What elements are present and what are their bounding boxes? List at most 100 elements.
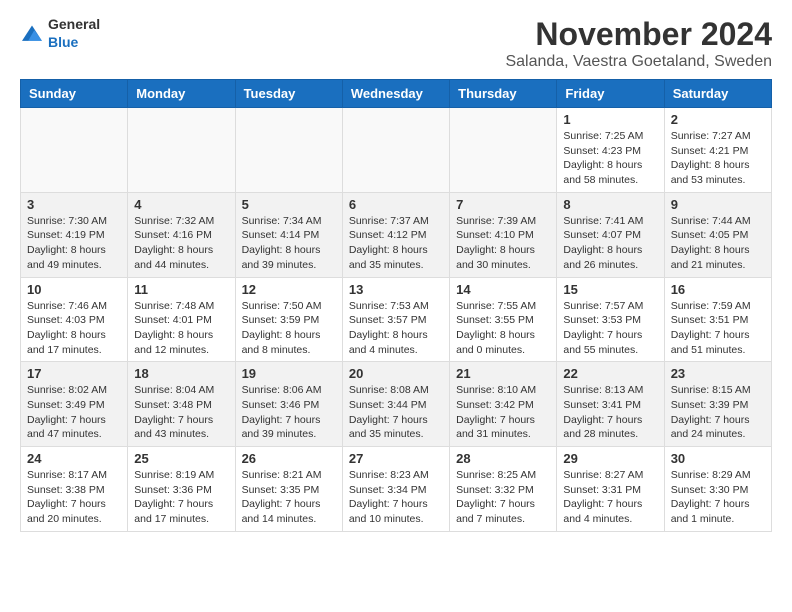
day-info: Sunrise: 7:25 AM Sunset: 4:23 PM Dayligh…: [563, 129, 657, 188]
day-info: Sunrise: 8:02 AM Sunset: 3:49 PM Dayligh…: [27, 383, 121, 442]
weekday-header-tuesday: Tuesday: [235, 80, 342, 108]
day-number: 20: [349, 366, 443, 381]
calendar-cell: 16 Sunrise: 7:59 AM Sunset: 3:51 PM Dayli…: [664, 277, 771, 362]
day-number: 7: [456, 197, 550, 212]
title-area: November 2024 Salanda, Vaestra Goetaland…: [505, 16, 772, 71]
location: Salanda, Vaestra Goetaland, Sweden: [505, 53, 772, 71]
calendar-cell: 23Sunrise: 8:15 AM Sunset: 3:39 PM Dayli…: [664, 362, 771, 447]
day-number: 8: [563, 197, 657, 212]
day-info: Sunrise: 8:04 AM Sunset: 3:48 PM Dayligh…: [134, 383, 228, 442]
calendar-cell: 4 Sunrise: 7:32 AM Sunset: 4:16 PM Daylig…: [128, 192, 235, 277]
calendar-cell: 21 Sunrise: 8:10 AM Sunset: 3:42 PM Dayli…: [450, 362, 557, 447]
calendar-cell: 29 Sunrise: 8:27 AM Sunset: 3:31 PM Dayli…: [557, 447, 664, 532]
day-info: Sunrise: 8:10 AM Sunset: 3:42 PM Dayligh…: [456, 383, 550, 442]
day-number: 13: [349, 282, 443, 297]
day-number: 28: [456, 451, 550, 466]
day-number: 19: [242, 366, 336, 381]
calendar-cell: 1 Sunrise: 7:25 AM Sunset: 4:23 PM Daylig…: [557, 108, 664, 193]
day-info: Sunrise: 7:53 AM Sunset: 3:57 PM Dayligh…: [349, 299, 443, 358]
day-number: 16: [671, 282, 765, 297]
day-info: Sunrise: 8:23 AM Sunset: 3:34 PM Dayligh…: [349, 468, 443, 527]
week-row-2: 3 Sunrise: 7:30 AM Sunset: 4:19 PM Daylig…: [21, 192, 772, 277]
calendar-cell: [450, 108, 557, 193]
calendar-cell: 6 Sunrise: 7:37 AM Sunset: 4:12 PM Daylig…: [342, 192, 449, 277]
day-number: 10: [27, 282, 121, 297]
calendar-cell: 25 Sunrise: 8:19 AM Sunset: 3:36 PM Dayli…: [128, 447, 235, 532]
week-row-1: 1 Sunrise: 7:25 AM Sunset: 4:23 PM Daylig…: [21, 108, 772, 193]
calendar-cell: 24 Sunrise: 8:17 AM Sunset: 3:38 PM Dayli…: [21, 447, 128, 532]
day-number: 24: [27, 451, 121, 466]
day-info: Sunrise: 8:13 AM Sunset: 3:41 PM Dayligh…: [563, 383, 657, 442]
day-number: 25: [134, 451, 228, 466]
calendar-cell: 7 Sunrise: 7:39 AM Sunset: 4:10 PM Daylig…: [450, 192, 557, 277]
day-info: Sunrise: 8:25 AM Sunset: 3:32 PM Dayligh…: [456, 468, 550, 527]
calendar-cell: 3 Sunrise: 7:30 AM Sunset: 4:19 PM Daylig…: [21, 192, 128, 277]
day-number: 26: [242, 451, 336, 466]
logo-blue: Blue: [48, 34, 78, 50]
day-info: Sunrise: 7:59 AM Sunset: 3:51 PM Dayligh…: [671, 299, 765, 358]
calendar-cell: 12Sunrise: 7:50 AM Sunset: 3:59 PM Dayli…: [235, 277, 342, 362]
calendar-cell: 18 Sunrise: 8:04 AM Sunset: 3:48 PM Dayli…: [128, 362, 235, 447]
day-number: 15: [563, 282, 657, 297]
calendar-cell: [128, 108, 235, 193]
page-header: General Blue November 2024 Salanda, Vaes…: [20, 16, 772, 71]
week-row-5: 24 Sunrise: 8:17 AM Sunset: 3:38 PM Dayli…: [21, 447, 772, 532]
day-number: 23: [671, 366, 765, 381]
weekday-header-thursday: Thursday: [450, 80, 557, 108]
day-number: 21: [456, 366, 550, 381]
weekday-header-row: SundayMondayTuesdayWednesdayThursdayFrid…: [21, 80, 772, 108]
day-number: 17: [27, 366, 121, 381]
calendar-cell: 14Sunrise: 7:55 AM Sunset: 3:55 PM Dayli…: [450, 277, 557, 362]
day-info: Sunrise: 8:29 AM Sunset: 3:30 PM Dayligh…: [671, 468, 765, 527]
day-info: Sunrise: 7:57 AM Sunset: 3:53 PM Dayligh…: [563, 299, 657, 358]
day-info: Sunrise: 8:27 AM Sunset: 3:31 PM Dayligh…: [563, 468, 657, 527]
calendar-cell: 13 Sunrise: 7:53 AM Sunset: 3:57 PM Dayli…: [342, 277, 449, 362]
week-row-4: 17 Sunrise: 8:02 AM Sunset: 3:49 PM Dayli…: [21, 362, 772, 447]
day-number: 2: [671, 112, 765, 127]
day-info: Sunrise: 7:39 AM Sunset: 4:10 PM Dayligh…: [456, 214, 550, 273]
day-info: Sunrise: 7:34 AM Sunset: 4:14 PM Dayligh…: [242, 214, 336, 273]
calendar-cell: 8 Sunrise: 7:41 AM Sunset: 4:07 PM Daylig…: [557, 192, 664, 277]
calendar-cell: 30Sunrise: 8:29 AM Sunset: 3:30 PM Dayli…: [664, 447, 771, 532]
day-info: Sunrise: 7:41 AM Sunset: 4:07 PM Dayligh…: [563, 214, 657, 273]
logo-icon: [20, 24, 44, 44]
day-number: 14: [456, 282, 550, 297]
day-number: 4: [134, 197, 228, 212]
day-info: Sunrise: 7:48 AM Sunset: 4:01 PM Dayligh…: [134, 299, 228, 358]
day-number: 18: [134, 366, 228, 381]
weekday-header-friday: Friday: [557, 80, 664, 108]
calendar-cell: 2Sunrise: 7:27 AM Sunset: 4:21 PM Daylig…: [664, 108, 771, 193]
calendar-cell: [21, 108, 128, 193]
day-info: Sunrise: 7:32 AM Sunset: 4:16 PM Dayligh…: [134, 214, 228, 273]
day-info: Sunrise: 7:44 AM Sunset: 4:05 PM Dayligh…: [671, 214, 765, 273]
day-number: 29: [563, 451, 657, 466]
week-row-3: 10 Sunrise: 7:46 AM Sunset: 4:03 PM Dayli…: [21, 277, 772, 362]
calendar-cell: 9 Sunrise: 7:44 AM Sunset: 4:05 PM Daylig…: [664, 192, 771, 277]
calendar-cell: 27 Sunrise: 8:23 AM Sunset: 3:34 PM Dayli…: [342, 447, 449, 532]
day-info: Sunrise: 8:08 AM Sunset: 3:44 PM Dayligh…: [349, 383, 443, 442]
day-info: Sunrise: 8:21 AM Sunset: 3:35 PM Dayligh…: [242, 468, 336, 527]
day-info: Sunrise: 8:06 AM Sunset: 3:46 PM Dayligh…: [242, 383, 336, 442]
day-info: Sunrise: 8:19 AM Sunset: 3:36 PM Dayligh…: [134, 468, 228, 527]
calendar-cell: 10 Sunrise: 7:46 AM Sunset: 4:03 PM Dayli…: [21, 277, 128, 362]
day-number: 6: [349, 197, 443, 212]
day-info: Sunrise: 8:17 AM Sunset: 3:38 PM Dayligh…: [27, 468, 121, 527]
day-number: 9: [671, 197, 765, 212]
day-number: 27: [349, 451, 443, 466]
day-number: 5: [242, 197, 336, 212]
day-number: 11: [134, 282, 228, 297]
calendar-cell: 20 Sunrise: 8:08 AM Sunset: 3:44 PM Dayli…: [342, 362, 449, 447]
calendar-cell: 19 Sunrise: 8:06 AM Sunset: 3:46 PM Dayli…: [235, 362, 342, 447]
weekday-header-saturday: Saturday: [664, 80, 771, 108]
day-info: Sunrise: 7:50 AM Sunset: 3:59 PM Dayligh…: [242, 299, 336, 358]
calendar-cell: 28 Sunrise: 8:25 AM Sunset: 3:32 PM Dayli…: [450, 447, 557, 532]
logo-general: General: [48, 16, 100, 32]
weekday-header-sunday: Sunday: [21, 80, 128, 108]
calendar-cell: 17 Sunrise: 8:02 AM Sunset: 3:49 PM Dayli…: [21, 362, 128, 447]
calendar-cell: [235, 108, 342, 193]
day-info: Sunrise: 7:46 AM Sunset: 4:03 PM Dayligh…: [27, 299, 121, 358]
day-info: Sunrise: 7:37 AM Sunset: 4:12 PM Dayligh…: [349, 214, 443, 273]
day-number: 1: [563, 112, 657, 127]
day-info: Sunrise: 7:30 AM Sunset: 4:19 PM Dayligh…: [27, 214, 121, 273]
day-number: 3: [27, 197, 121, 212]
